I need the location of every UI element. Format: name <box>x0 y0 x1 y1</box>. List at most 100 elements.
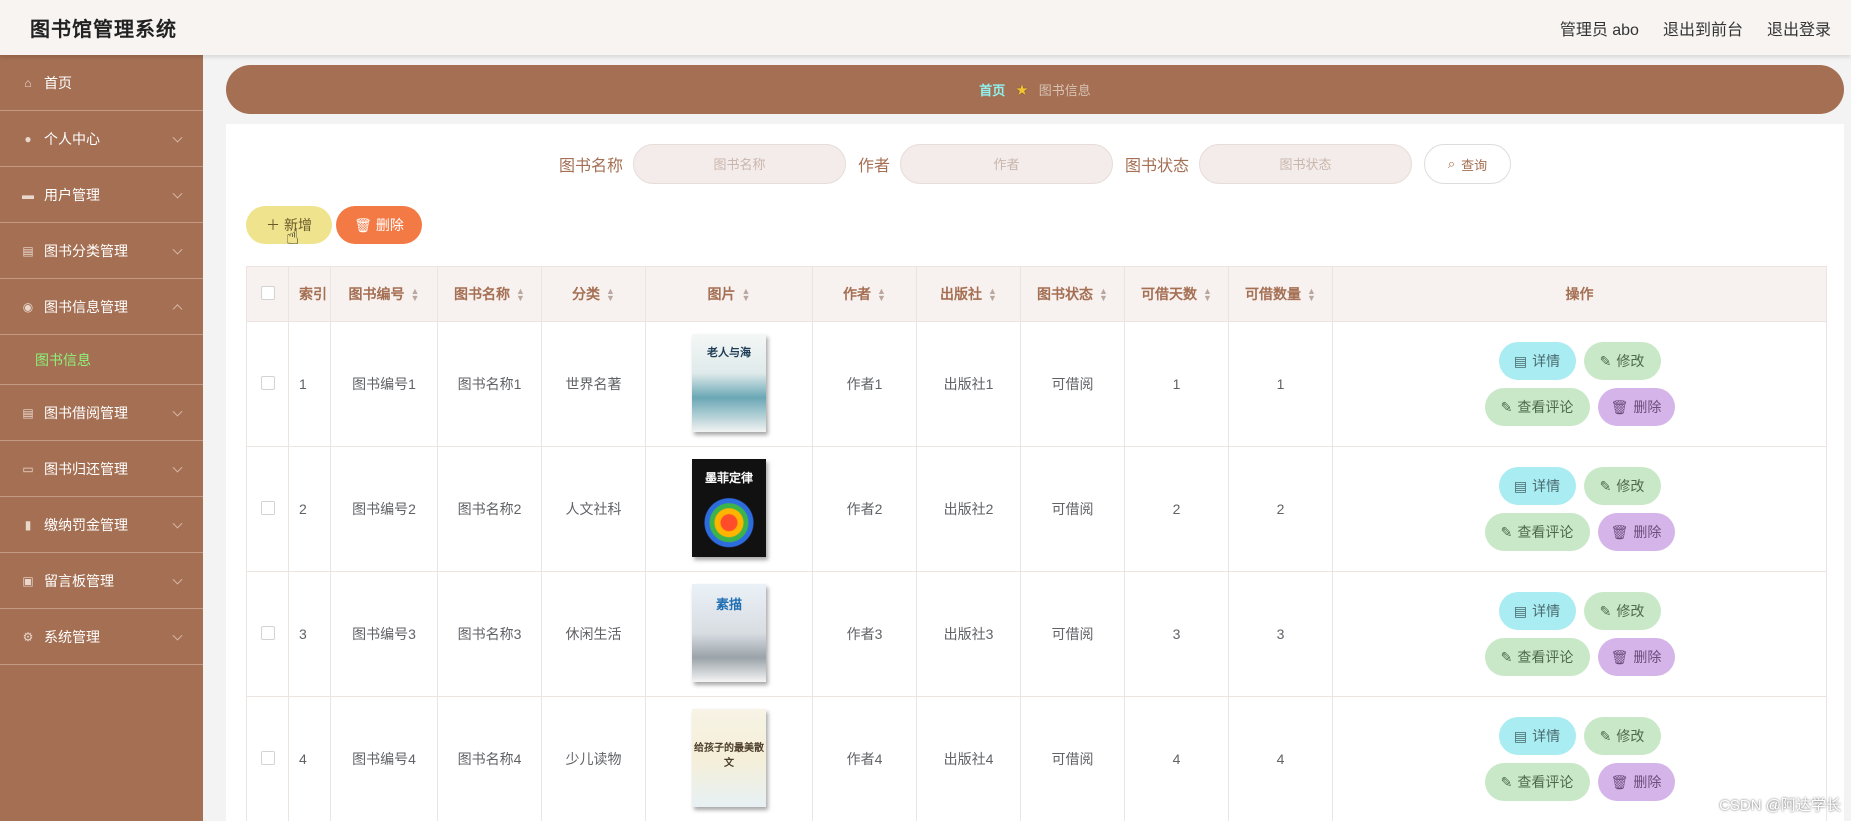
detail-button[interactable]: ▤ 详情 <box>1498 467 1576 505</box>
col-header-author[interactable]: 作者 ▲ ▼ <box>812 266 917 322</box>
sort-icon[interactable]: ▲ ▼ <box>877 287 886 303</box>
col-header-label: 图书编号 <box>348 286 405 302</box>
sort-icon[interactable]: ▲ ▼ <box>1099 287 1108 303</box>
book-cover-image[interactable]: 老人与海 <box>692 333 766 432</box>
cell-status: 可借阅 <box>1020 696 1125 821</box>
author-input[interactable] <box>900 144 1113 184</box>
view-comments-button[interactable]: ✎ 查看评论 <box>1484 763 1590 801</box>
select-all-checkbox[interactable] <box>260 285 275 300</box>
col-header-publisher[interactable]: 出版社 ▲ ▼ <box>916 266 1021 322</box>
cell-image: 素描 <box>645 571 813 697</box>
edit-button[interactable]: ✎ 修改 <box>1583 717 1661 755</box>
edit-label: 修改 <box>1616 353 1645 369</box>
cell-name: 图书名称2 <box>437 446 542 572</box>
sidebar-item-fines[interactable]: ▮ 缴纳罚金管理 <box>0 497 203 553</box>
view-comments-button[interactable]: ✎ 查看评论 <box>1484 513 1590 551</box>
cell-author: 作者1 <box>812 321 917 447</box>
row-checkbox[interactable] <box>260 500 275 515</box>
col-header-image[interactable]: 图片 ▲ ▼ <box>645 266 813 322</box>
cell-code: 图书编号4 <box>330 696 438 821</box>
hand-cursor-icon: ☝ <box>286 224 300 249</box>
clipboard-icon: ▤ <box>22 405 34 420</box>
col-header-label: 图书状态 <box>1037 286 1094 302</box>
detail-button[interactable]: ▤ 详情 <box>1498 592 1576 630</box>
edit-button[interactable]: ✎ 修改 <box>1583 342 1661 380</box>
book-cover-image[interactable]: 给孩子的最美散文 <box>692 708 766 807</box>
col-header-name[interactable]: 图书名称 ▲ ▼ <box>437 266 542 322</box>
sidebar-item-borrow[interactable]: ▤ 图书借阅管理 <box>0 385 203 441</box>
delete-label: 删除 <box>1633 774 1662 790</box>
cell-days: 2 <box>1124 446 1229 572</box>
delete-label: 删除 <box>1633 399 1662 415</box>
col-header-qty[interactable]: 可借数量 ▲ ▼ <box>1228 266 1333 322</box>
book-cover-image[interactable]: 素描 <box>692 583 766 682</box>
admin-label[interactable]: 管理员 abo <box>1560 16 1639 40</box>
detail-button[interactable]: ▤ 详情 <box>1498 342 1576 380</box>
chat-icon: ▭ <box>22 461 34 476</box>
book-cover-image[interactable]: 墨菲定律 <box>692 458 766 557</box>
search-icon: ⌕ <box>1447 156 1456 171</box>
document-icon: ▤ <box>1513 727 1528 744</box>
sidebar-item-messages[interactable]: ▣ 留言板管理 <box>0 553 203 609</box>
edit-button[interactable]: ✎ 修改 <box>1583 467 1661 505</box>
cell-status: 可借阅 <box>1020 571 1125 697</box>
view-comments-button[interactable]: ✎ 查看评论 <box>1484 388 1590 426</box>
sort-icon[interactable]: ▲ ▼ <box>1203 287 1212 303</box>
col-header-status[interactable]: 图书状态 ▲ ▼ <box>1020 266 1125 322</box>
book-cover-title: 给孩子的最美散文 <box>694 742 764 769</box>
watermark: CSDN @阿达学长 <box>1719 797 1841 814</box>
cell-publisher: 出版社2 <box>916 446 1021 572</box>
chevron-up-icon <box>172 303 183 314</box>
cell-code: 图书编号1 <box>330 321 438 447</box>
delete-button[interactable]: 🗑 删除 <box>1597 638 1675 676</box>
delete-button[interactable]: 🗑 删除 <box>1597 763 1675 801</box>
delete-button[interactable]: 🗑 删除 <box>1597 513 1675 551</box>
sort-icon[interactable]: ▲ ▼ <box>516 287 525 303</box>
row-checkbox[interactable] <box>260 625 275 640</box>
col-header-category[interactable]: 分类 ▲ ▼ <box>541 266 646 322</box>
col-header-days[interactable]: 可借天数 ▲ ▼ <box>1124 266 1229 322</box>
gear-icon: ⚙ <box>22 629 34 644</box>
sort-icon[interactable]: ▲ ▼ <box>606 287 615 303</box>
row-checkbox[interactable] <box>260 750 275 765</box>
sort-icon[interactable]: ▲ ▼ <box>411 287 420 303</box>
comments-label: 查看评论 <box>1517 774 1574 790</box>
pencil-icon: ✎ <box>1599 602 1612 619</box>
sort-icon[interactable]: ▲ ▼ <box>988 287 997 303</box>
table-row: 2 图书编号2 图书名称2 人文社科 墨菲定律 作者2 出版社2 可借阅 2 2… <box>246 446 1827 572</box>
detail-label: 详情 <box>1532 478 1561 494</box>
view-comments-button[interactable]: ✎ 查看评论 <box>1484 638 1590 676</box>
book-status-input[interactable] <box>1199 144 1413 184</box>
sidebar-item-home[interactable]: ⌂ 首页 <box>0 55 203 111</box>
sidebar: ⌂ 首页 ● 个人中心 ▬ 用户管理 ▤ 图书分类管理 ◉ 图书信息管理 图书信… <box>0 55 203 821</box>
batch-delete-button[interactable]: 🗑 删除 <box>336 206 422 244</box>
detail-button[interactable]: ▤ 详情 <box>1498 717 1576 755</box>
cell-index: 2 <box>288 446 331 572</box>
sidebar-item-users[interactable]: ▬ 用户管理 <box>0 167 203 223</box>
chevron-down-icon <box>172 188 183 199</box>
sidebar-item-profile[interactable]: ● 个人中心 <box>0 111 203 167</box>
exit-frontend-link[interactable]: 退出到前台 <box>1663 16 1743 40</box>
sidebar-item-book-info[interactable]: ◉ 图书信息管理 <box>0 279 203 335</box>
row-select-cell <box>246 696 289 821</box>
breadcrumb-home[interactable]: 首页 <box>979 80 1005 99</box>
sidebar-item-return[interactable]: ▭ 图书归还管理 <box>0 441 203 497</box>
logout-link[interactable]: 退出登录 <box>1767 16 1831 40</box>
sidebar-subitem-book-info[interactable]: 图书信息 <box>0 335 203 385</box>
book-name-input[interactable] <box>632 144 846 184</box>
sidebar-item-system[interactable]: ⚙ 系统管理 <box>0 609 203 665</box>
sort-icon[interactable]: ▲ ▼ <box>742 287 751 303</box>
cell-name: 图书名称1 <box>437 321 542 447</box>
delete-button[interactable]: 🗑 删除 <box>1597 388 1675 426</box>
row-checkbox[interactable] <box>260 375 275 390</box>
search-form: 图书名称 作者 图书状态 ⌕ 查询 <box>226 144 1844 184</box>
search-button[interactable]: ⌕ 查询 <box>1424 144 1512 184</box>
book-name-label: 图书名称 <box>558 158 623 175</box>
col-header-code[interactable]: 图书编号 ▲ ▼ <box>330 266 438 322</box>
edit-button[interactable]: ✎ 修改 <box>1583 592 1661 630</box>
table-header-row: 索引 图书编号 ▲ ▼ 图书名称 ▲ ▼ 分类 ▲ ▼ 图片 ▲ ▼ 作者 ▲ ▼ 出版社 ▲ ▼ 图书… <box>246 266 1827 322</box>
sort-icon[interactable]: ▲ ▼ <box>1307 287 1316 303</box>
sidebar-item-book-category[interactable]: ▤ 图书分类管理 <box>0 223 203 279</box>
cell-author: 作者4 <box>812 696 917 821</box>
cell-index: 4 <box>288 696 331 821</box>
